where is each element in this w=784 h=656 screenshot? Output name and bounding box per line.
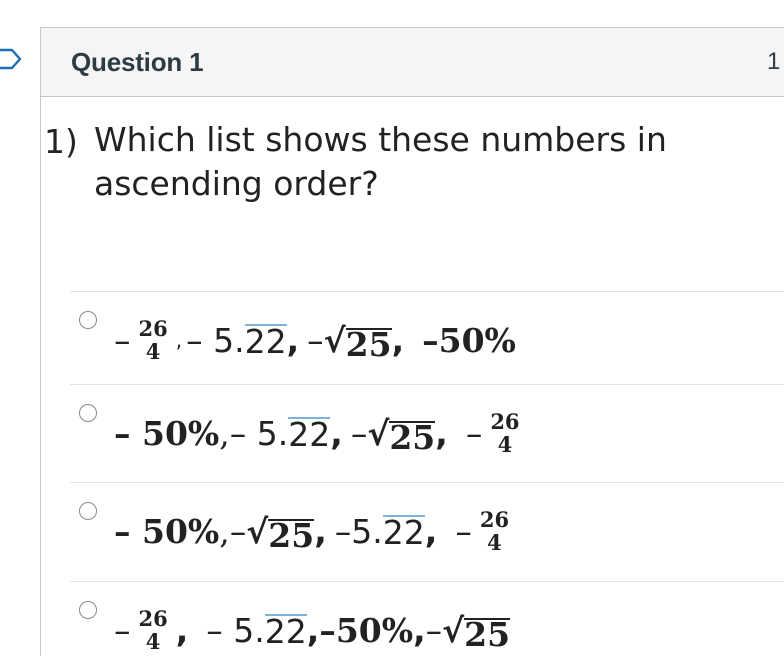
answer-option[interactable]: – 50% , – √ 25 , –5. 22 , – 26 4 [70,482,784,581]
square-root: √ 25 [246,511,315,555]
fraction-numerator: 26 [490,409,520,434]
comma: , [413,610,426,650]
minus-sign: – [425,610,443,650]
fraction: 26 4 [488,410,521,456]
answer-option[interactable]: – 26 4 , – 5. 22 , –50% , – √ 25 [70,581,784,656]
radical-sign: √ [367,413,390,453]
answer-expression: – 50% , – √ 25 , –5. 22 , – 26 4 [114,491,517,571]
comma: , [219,413,230,453]
radicand: 25 [268,515,315,555]
radio-button[interactable] [79,311,97,329]
question-points: 1 [767,48,781,75]
minus-sign: – [307,320,324,360]
radio-button[interactable] [79,601,97,619]
fraction: 26 4 [137,607,170,653]
percent-value: – 50% [114,413,220,453]
fraction-denominator: 4 [497,432,513,457]
fraction: 26 4 [137,317,170,363]
radical-sign: √ [442,610,465,650]
decimal-prefix: – 5. [186,320,245,360]
answer-option[interactable]: – 26 4 , – 5. 22 , – √ 25 , –50% [70,291,784,384]
minus-sign: – [350,413,368,453]
question-header: Question 1 1 [41,28,784,97]
comma: , [286,320,300,360]
question-title: Question 1 [71,47,204,77]
fraction-numerator: 26 [138,316,168,341]
fraction-numerator: 26 [138,606,168,631]
fraction-denominator: 4 [487,530,502,555]
radical-sign: √ [323,320,346,360]
radio-button[interactable] [79,502,97,520]
radical-sign: √ [246,511,269,551]
decimal-prefix: –5. [334,511,383,551]
repeating-digits: 22 [382,512,425,552]
square-root: √ 25 [323,320,392,364]
square-root: √ 25 [367,413,436,457]
radicand: 25 [389,417,436,457]
minus-sign: – [465,413,483,453]
radio-button[interactable] [79,404,97,422]
comma: , [219,511,230,551]
square-root: √ 25 [442,610,511,654]
flag-question-icon[interactable] [0,46,24,72]
fraction-numerator: 26 [479,507,510,532]
radicand: 25 [464,614,511,654]
minus-sign: – [114,610,131,650]
answer-expression: – 26 4 , – 5. 22 , – √ 25 , –50% [114,300,516,380]
repeating-digits: 22 [244,321,287,361]
repeating-digits: 22 [264,611,307,651]
radicand: 25 [345,324,392,364]
comma: , [435,413,448,453]
decimal-prefix: – 5. [206,610,265,650]
comma: , [306,610,320,650]
repeating-digits: 22 [288,414,331,454]
percent-value: –50% [422,320,516,360]
question-text: Which list shows these numbers in ascend… [94,120,667,203]
percent-value: –50% [319,610,414,650]
question-number: 1) [44,122,78,161]
comma: , [391,320,405,360]
comma: , [330,413,343,453]
fraction-denominator: 4 [145,339,161,364]
answer-list: – 26 4 , – 5. 22 , – √ 25 , –50% – 50% ,… [70,291,784,656]
answer-expression: – 50% , – 5. 22 , – √ 25 , – 26 4 [114,393,528,473]
minus-sign: – [229,511,247,551]
decimal-prefix: – 5. [229,413,289,453]
comma: , [314,511,327,551]
fraction: 26 4 [478,508,511,554]
answer-expression: – 26 4 , – 5. 22 , –50% , – √ 25 [114,590,511,656]
answer-option[interactable]: – 50% , – 5. 22 , – √ 25 , – 26 4 [70,384,784,482]
quiz-page: Question 1 1 1) Which list shows these n… [0,0,784,656]
minus-sign: – [455,511,472,551]
comma: , [175,328,183,352]
fraction-denominator: 4 [145,629,161,654]
comma: , [175,610,189,650]
minus-sign: – [114,320,131,360]
comma: , [424,511,438,551]
percent-value: – 50% [114,511,220,551]
